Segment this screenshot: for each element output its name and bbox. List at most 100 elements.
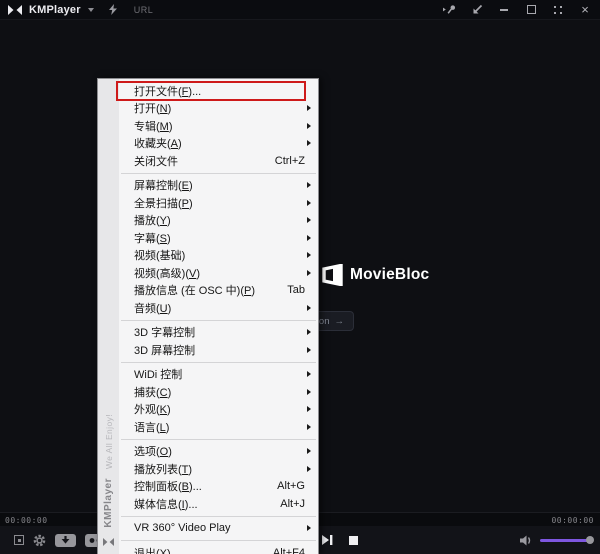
playlist-box-icon[interactable] [14,535,24,545]
menu-item-label: 播放(Y) [134,215,171,228]
menu-branding: KMPlayer We All Enjoy! [100,414,118,528]
minimize-corner-icon[interactable] [470,3,484,17]
menu-item-label: 退出(X) [134,547,171,554]
menu-separator [121,438,316,440]
menu-item-label: 3D 字幕控制 [134,327,196,340]
menu-separator [121,319,316,321]
context-menu: KMPlayer We All Enjoy! 打开文件(F)... 打开(N) 专辑… [97,78,319,554]
submenu-arrow-icon [307,448,311,455]
next-track-icon[interactable] [322,535,333,545]
menu-item-album[interactable]: 专辑(M) [119,117,318,135]
settings-gear-icon[interactable] [33,534,46,547]
menu-item-playback[interactable]: 播放(Y) [119,212,318,230]
menu-item-playlist[interactable]: 播放列表(T) [119,460,318,478]
submenu-arrow-icon [307,465,311,472]
pin-on-top-icon[interactable] [443,3,457,17]
menu-item-shortcut: Alt+G [277,480,305,493]
submenu-arrow-icon [307,304,311,311]
menu-item-open[interactable]: 打开(N) [119,100,318,118]
volume-knob[interactable] [586,536,594,544]
menu-items: 打开文件(F)... 打开(N) 专辑(M) 收藏夹(A) 关闭文件 Ctrl+Z 屏幕控制… [119,79,318,554]
total-time: 00:00:00 [551,516,594,525]
lightning-icon[interactable] [108,4,117,15]
submenu-arrow-icon [307,371,311,378]
menu-item-label: 外观(K) [134,404,171,417]
menu-item-video-basic[interactable]: 视频(基础) [119,247,318,265]
menu-item-skins[interactable]: 外观(K) [119,401,318,419]
kmplayer-gutter-logo-icon [103,538,114,546]
menu-item-label: 播放信息 (在 OSC 中)(P) [134,285,256,298]
menu-item-open-file[interactable]: 打开文件(F)... [119,82,318,100]
menu-item-pan-scan[interactable]: 全景扫描(P) [119,194,318,212]
menu-item-3d-screen-control[interactable]: 3D 屏幕控制 [119,341,318,359]
menu-item-favorites[interactable]: 收藏夹(A) [119,135,318,153]
menu-item-label: 媒体信息(I)... [134,498,198,511]
kmplayer-logo-icon [8,4,22,15]
submenu-arrow-icon [307,525,311,532]
submenu-arrow-icon [307,346,311,353]
menu-item-close-file[interactable]: 关闭文件 Ctrl+Z [119,152,318,170]
menu-item-shortcut: Ctrl+Z [274,154,305,167]
menu-item-capture[interactable]: 捕获(C) [119,383,318,401]
volume-icon[interactable] [520,535,533,546]
submenu-arrow-icon [307,199,311,206]
menu-separator [121,172,316,174]
menu-item-label: 语言(L) [134,421,170,434]
submenu-arrow-icon [307,140,311,147]
menu-item-vr-360-video-play[interactable]: VR 360° Video Play [119,520,318,538]
menu-item-label: 全景扫描(P) [134,197,193,210]
submenu-arrow-icon [307,252,311,259]
submenu-arrow-icon [307,234,311,241]
menu-item-screen-control[interactable]: 屏幕控制(E) [119,177,318,195]
menu-item-label: 字幕(S) [134,232,171,245]
menu-branding-slogan: We All Enjoy! [103,414,114,470]
menu-item-3d-subtitle-control[interactable]: 3D 字幕控制 [119,324,318,342]
menu-item-label: 收藏夹(A) [134,138,182,151]
submenu-arrow-icon [307,406,311,413]
url-button[interactable]: URL [134,5,154,15]
menu-separator [121,540,316,541]
elapsed-time: 00:00:00 [5,516,48,525]
submenu-arrow-icon [307,423,311,430]
moviebloc-logo-icon [322,264,343,286]
menu-item-audio[interactable]: 音频(U) [119,299,318,317]
menu-item-shortcut: Alt+J [280,497,305,510]
fullscreen-icon[interactable] [551,3,565,17]
menu-item-exit[interactable]: 退出(X) Alt+F4 [119,544,318,554]
moviebloc-logo: MovieBloc [322,264,429,286]
menu-item-label: 屏幕控制(E) [134,180,193,193]
menu-gutter: KMPlayer We All Enjoy! [98,79,119,554]
menu-item-video-advanced[interactable]: 视频(高级)(V) [119,264,318,282]
download-icon[interactable] [55,533,76,547]
menu-item-options[interactable]: 选项(O) [119,443,318,461]
chevron-down-icon[interactable] [87,8,94,12]
titlebar: KMPlayer URL × [0,0,600,20]
app-title: KMPlayer [29,3,81,16]
submenu-arrow-icon [307,122,311,129]
menu-item-language[interactable]: 语言(L) [119,418,318,436]
arrow-right-icon: → [334,315,345,327]
stop-icon[interactable] [349,535,358,545]
close-icon[interactable]: × [578,3,592,17]
menu-item-media-info[interactable]: 媒体信息(I)... Alt+J [119,495,318,513]
menu-item-label: 专辑(M) [134,120,173,133]
menu-item-label: 视频(高级)(V) [134,267,201,280]
menu-item-label: 打开(N) [134,103,172,116]
menu-item-label: 选项(O) [134,446,172,459]
submenu-arrow-icon [307,269,311,276]
menu-item-label: WiDi 控制 [134,369,183,382]
menu-branding-app: KMPlayer [102,478,114,528]
menu-item-label: 控制面板(B)... [134,481,202,494]
kmplayer-window: KMPlayer URL × MovieBloc on → 00:00:00 0… [0,0,600,554]
menu-item-widi-control[interactable]: WiDi 控制 [119,366,318,384]
submenu-arrow-icon [307,182,311,189]
menu-item-label: 音频(U) [134,302,172,315]
volume-slider[interactable] [540,536,594,544]
menu-item-subtitles[interactable]: 字幕(S) [119,229,318,247]
submenu-arrow-icon [307,329,311,336]
menu-item-playback-info-osc[interactable]: 播放信息 (在 OSC 中)(P) Tab [119,282,318,300]
maximize-icon[interactable] [524,3,538,17]
minimize-icon[interactable] [497,3,511,17]
menu-item-control-panel[interactable]: 控制面板(B)... Alt+G [119,478,318,496]
moviebloc-wordmark: MovieBloc [350,266,430,283]
